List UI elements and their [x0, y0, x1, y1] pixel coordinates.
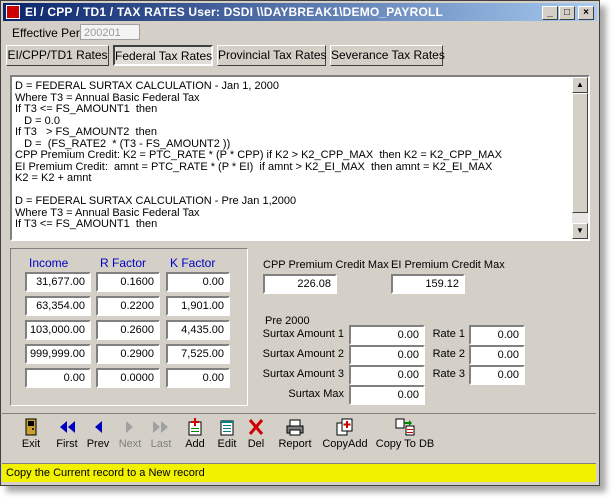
- scroll-thumb[interactable]: [572, 93, 588, 213]
- tab-severance-tax-rates[interactable]: Severance Tax Rates: [330, 45, 445, 66]
- first-arrow-icon: [60, 421, 75, 433]
- prev-arrow-icon: [95, 421, 102, 433]
- last-button[interactable]: Last: [149, 418, 173, 450]
- rate-3-label: Rate 3: [432, 368, 465, 380]
- kfactor-field-1[interactable]: 0.00: [166, 272, 230, 292]
- copy-add-icon: [336, 418, 353, 436]
- formula-line: If T3 <= FS_AMOUNT1 then: [15, 218, 158, 230]
- cpp-credit-max-label: CPP Premium Credit Max: [263, 259, 389, 271]
- income-field-4[interactable]: 999,999.00: [25, 344, 91, 364]
- formula-textarea[interactable]: D = FEDERAL SURTAX CALCULATION - Jan 1, …: [10, 75, 590, 241]
- close-button[interactable]: ×: [578, 6, 594, 20]
- scroll-down-icon[interactable]: ▼: [572, 223, 588, 239]
- rate-3-field[interactable]: 0.00: [469, 365, 525, 385]
- rate-1-label: Rate 1: [432, 328, 465, 340]
- kfactor-header: K Factor: [170, 256, 216, 270]
- surtax-amount-2-label: Surtax Amount 2: [262, 348, 344, 360]
- delete-x-icon: [248, 419, 264, 435]
- exit-button[interactable]: Exit: [20, 418, 42, 450]
- edit-button[interactable]: Edit: [215, 418, 239, 450]
- rate-1-field[interactable]: 0.00: [469, 325, 525, 345]
- rfactor-field-4[interactable]: 0.2900: [96, 344, 160, 364]
- formula-line: EI Premium Credit: amnt = PTC_RATE * (P …: [15, 160, 493, 173]
- cpp-credit-max-field[interactable]: 226.08: [263, 274, 337, 294]
- kfactor-field-2[interactable]: 1,901.00: [166, 296, 230, 316]
- kfactor-field-3[interactable]: 4,435.00: [166, 320, 230, 340]
- add-button[interactable]: Add: [183, 418, 207, 450]
- effective-period-field[interactable]: 200201: [80, 24, 140, 40]
- formula-line: D = FEDERAL SURTAX CALCULATION - Jan 1, …: [15, 81, 279, 92]
- income-header: Income: [29, 256, 69, 270]
- maximize-button[interactable]: □: [559, 6, 575, 20]
- exit-door-icon: [25, 418, 37, 436]
- rfactor-field-3[interactable]: 0.2600: [96, 320, 160, 340]
- ei-credit-max-field[interactable]: 159.12: [391, 274, 465, 294]
- app-icon: [6, 5, 20, 19]
- window-title: EI / CPP / TD1 / TAX RATES User: DSDI \\…: [25, 5, 444, 19]
- title-bar[interactable]: EI / CPP / TD1 / TAX RATES User: DSDI \\…: [3, 3, 597, 21]
- rfactor-header: R Factor: [100, 256, 147, 270]
- surtax-amount-1-label: Surtax Amount 1: [262, 328, 344, 340]
- formula-line: If T3 <= FS_AMOUNT1 then: [15, 103, 158, 115]
- vertical-scrollbar[interactable]: ▲ ▼: [572, 77, 588, 239]
- surtax-amount-3-field[interactable]: 0.00: [349, 365, 425, 385]
- rfactor-field-5[interactable]: 0.0000: [96, 368, 160, 388]
- ei-credit-max-label: EI Premium Credit Max: [391, 259, 505, 271]
- kfactor-field-4[interactable]: 7,525.00: [166, 344, 230, 364]
- last-arrow-icon: [153, 421, 168, 433]
- formula-line: If T3 > FS_AMOUNT2 then: [15, 126, 157, 138]
- formula-text: D = FEDERAL SURTAX CALCULATION - Jan 1, …: [15, 81, 570, 237]
- minimize-button[interactable]: _: [542, 6, 558, 20]
- formula-line: D = FEDERAL SURTAX CALCULATION - Pre Jan…: [15, 195, 297, 207]
- surtax-amount-2-field[interactable]: 0.00: [349, 345, 425, 365]
- surtax-max-field[interactable]: 0.00: [349, 385, 425, 405]
- copy-to-db-button[interactable]: Copy To DB: [375, 418, 435, 450]
- income-field-3[interactable]: 103,000.00: [25, 320, 91, 340]
- tab-federal-tax-rates[interactable]: Federal Tax Rates: [113, 45, 213, 66]
- scroll-up-icon[interactable]: ▲: [572, 77, 588, 93]
- pre-2000-label: Pre 2000: [265, 315, 310, 327]
- prev-button[interactable]: Prev: [86, 418, 110, 450]
- formula-line: CPP Premium Credit: K2 = PTC_RATE * (P *…: [15, 149, 502, 161]
- next-arrow-icon: [126, 421, 133, 433]
- income-field-1[interactable]: 31,677.00: [25, 272, 91, 292]
- report-button[interactable]: Report: [277, 418, 313, 450]
- kfactor-field-5[interactable]: 0.00: [166, 368, 230, 388]
- surtax-amount-3-label: Surtax Amount 3: [262, 368, 344, 380]
- surtax-max-label: Surtax Max: [288, 388, 344, 400]
- tab-provincial-tax-rates[interactable]: Provincial Tax Rates: [217, 45, 327, 66]
- add-record-icon: [188, 418, 202, 436]
- income-field-5[interactable]: 0.00: [25, 368, 91, 388]
- copyadd-button[interactable]: CopyAdd: [322, 418, 368, 450]
- edit-record-icon: [220, 420, 234, 436]
- status-bar: Copy the Current record to a New record: [2, 463, 596, 482]
- tab-ei-cpp-td1-rates[interactable]: EI/CPP/TD1 Rates: [6, 45, 109, 66]
- first-button[interactable]: First: [56, 418, 78, 450]
- income-field-2[interactable]: 63,354.00: [25, 296, 91, 316]
- formula-line: K2 = K2 + amnt: [15, 172, 92, 184]
- delete-button[interactable]: Del: [245, 418, 267, 450]
- copy-to-db-icon: [395, 418, 415, 436]
- rate-2-label: Rate 2: [432, 348, 465, 360]
- rfactor-field-1[interactable]: 0.1600: [96, 272, 160, 292]
- rate-2-field[interactable]: 0.00: [469, 345, 525, 365]
- printer-icon: [286, 419, 304, 436]
- rfactor-field-2[interactable]: 0.2200: [96, 296, 160, 316]
- surtax-amount-1-field[interactable]: 0.00: [349, 325, 425, 345]
- next-button[interactable]: Next: [118, 418, 142, 450]
